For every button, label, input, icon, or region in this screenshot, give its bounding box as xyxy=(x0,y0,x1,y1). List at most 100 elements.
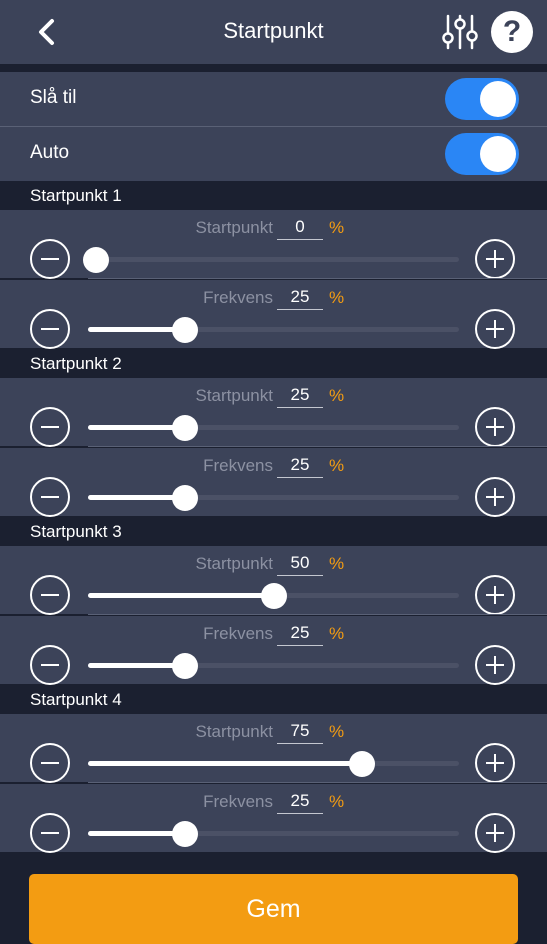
plus-icon-vertical xyxy=(494,754,496,772)
decrement-button[interactable] xyxy=(30,575,70,615)
plus-icon-vertical xyxy=(494,320,496,338)
plus-icon-vertical xyxy=(494,488,496,506)
slider-row: Frekvens 25% xyxy=(0,784,547,853)
unit-label: % xyxy=(329,218,345,237)
increment-button[interactable] xyxy=(475,575,515,615)
slider-track[interactable] xyxy=(88,317,459,343)
increment-button[interactable] xyxy=(475,477,515,517)
increment-button[interactable] xyxy=(475,309,515,349)
minus-icon xyxy=(41,426,59,428)
decrement-button[interactable] xyxy=(30,477,70,517)
plus-icon-vertical xyxy=(494,656,496,674)
section-title: Startpunkt 3 xyxy=(30,522,122,541)
slider-track[interactable] xyxy=(88,653,459,679)
value-input[interactable]: 0 xyxy=(277,217,323,240)
slider-label: Startpunkt xyxy=(195,722,274,741)
toggle-label: Auto xyxy=(30,142,70,163)
value-input[interactable]: 25 xyxy=(277,287,323,310)
unit-label: % xyxy=(329,624,345,643)
increment-button[interactable] xyxy=(475,239,515,279)
toggle-switch[interactable] xyxy=(445,133,519,175)
row-divider xyxy=(88,614,547,615)
decrement-button[interactable] xyxy=(30,407,70,447)
slider-thumb[interactable] xyxy=(260,583,287,609)
value-input[interactable]: 50 xyxy=(277,553,323,576)
slider-label: Frekvens xyxy=(203,288,273,307)
slider-track[interactable] xyxy=(88,751,459,777)
slider-fill xyxy=(88,593,274,598)
help-button[interactable]: ? xyxy=(491,11,533,53)
slider-row: Startpunkt 75% xyxy=(0,714,547,783)
slider-thumb[interactable] xyxy=(349,751,376,777)
value-input[interactable]: 25 xyxy=(277,623,323,646)
increment-button[interactable] xyxy=(475,407,515,447)
settings-button[interactable] xyxy=(440,12,480,52)
plus-icon-vertical xyxy=(494,586,496,604)
slider-row: Startpunkt 25% xyxy=(0,378,547,447)
slider-track[interactable] xyxy=(83,247,459,273)
slider-row: Startpunkt 0% xyxy=(0,210,547,279)
minus-icon xyxy=(41,328,59,330)
slider-thumb[interactable] xyxy=(171,415,198,441)
value-input[interactable]: 75 xyxy=(277,721,323,744)
unit-label: % xyxy=(329,792,345,811)
section-title: Startpunkt 1 xyxy=(30,186,122,205)
slider-track[interactable] xyxy=(88,485,459,511)
slider-thumb[interactable] xyxy=(171,317,198,343)
toggle-knob xyxy=(480,136,516,172)
increment-button[interactable] xyxy=(475,813,515,853)
plus-icon-vertical xyxy=(494,418,496,436)
slider-row: Startpunkt 50% xyxy=(0,546,547,615)
minus-icon xyxy=(41,496,59,498)
header-bar: Startpunkt ? xyxy=(0,0,547,64)
slider-track[interactable] xyxy=(88,821,459,847)
slider-label: Startpunkt xyxy=(195,218,274,237)
increment-button[interactable] xyxy=(475,645,515,685)
slider-track[interactable] xyxy=(88,583,459,609)
section-header: Startpunkt 2 xyxy=(0,349,547,377)
slider-row: Frekvens 25% xyxy=(0,448,547,517)
toggle-row: Slå til xyxy=(0,72,547,126)
value-input[interactable]: 25 xyxy=(277,455,323,478)
slider-label: Startpunkt xyxy=(195,386,274,405)
slider-row: Frekvens 25% xyxy=(0,280,547,349)
toggle-row: Auto xyxy=(0,127,547,181)
slider-track[interactable] xyxy=(88,415,459,441)
slider-thumb[interactable] xyxy=(83,247,109,273)
toggle-knob xyxy=(480,81,516,117)
slider-fill xyxy=(88,831,181,836)
decrement-button[interactable] xyxy=(30,743,70,783)
divider xyxy=(0,126,547,127)
unit-label: % xyxy=(329,386,345,405)
minus-icon xyxy=(41,258,59,260)
value-input[interactable]: 25 xyxy=(277,791,323,814)
slider-label: Frekvens xyxy=(203,792,273,811)
decrement-button[interactable] xyxy=(30,239,70,279)
save-button[interactable]: Gem xyxy=(29,874,518,944)
section-title: Startpunkt 2 xyxy=(30,354,122,373)
minus-icon xyxy=(41,664,59,666)
value-input[interactable]: 25 xyxy=(277,385,323,408)
sliders-icon xyxy=(442,14,478,50)
slider-fill xyxy=(88,327,181,332)
section-header: Startpunkt 1 xyxy=(0,181,547,209)
unit-label: % xyxy=(329,554,345,573)
decrement-button[interactable] xyxy=(30,645,70,685)
decrement-button[interactable] xyxy=(30,813,70,853)
toggle-label: Slå til xyxy=(30,87,77,108)
row-divider xyxy=(88,782,547,783)
decrement-button[interactable] xyxy=(30,309,70,349)
slider-fill xyxy=(88,425,181,430)
slider-thumb[interactable] xyxy=(171,485,198,511)
toggle-switch[interactable] xyxy=(445,78,519,120)
row-divider xyxy=(88,278,547,279)
help-icon: ? xyxy=(502,15,522,48)
increment-button[interactable] xyxy=(475,743,515,783)
plus-icon-vertical xyxy=(494,250,496,268)
section-title: Startpunkt 4 xyxy=(30,690,122,709)
unit-label: % xyxy=(329,722,345,741)
section-header: Startpunkt 4 xyxy=(0,685,547,713)
slider-thumb[interactable] xyxy=(171,821,198,847)
slider-thumb[interactable] xyxy=(171,653,198,679)
plus-icon-vertical xyxy=(494,824,496,842)
